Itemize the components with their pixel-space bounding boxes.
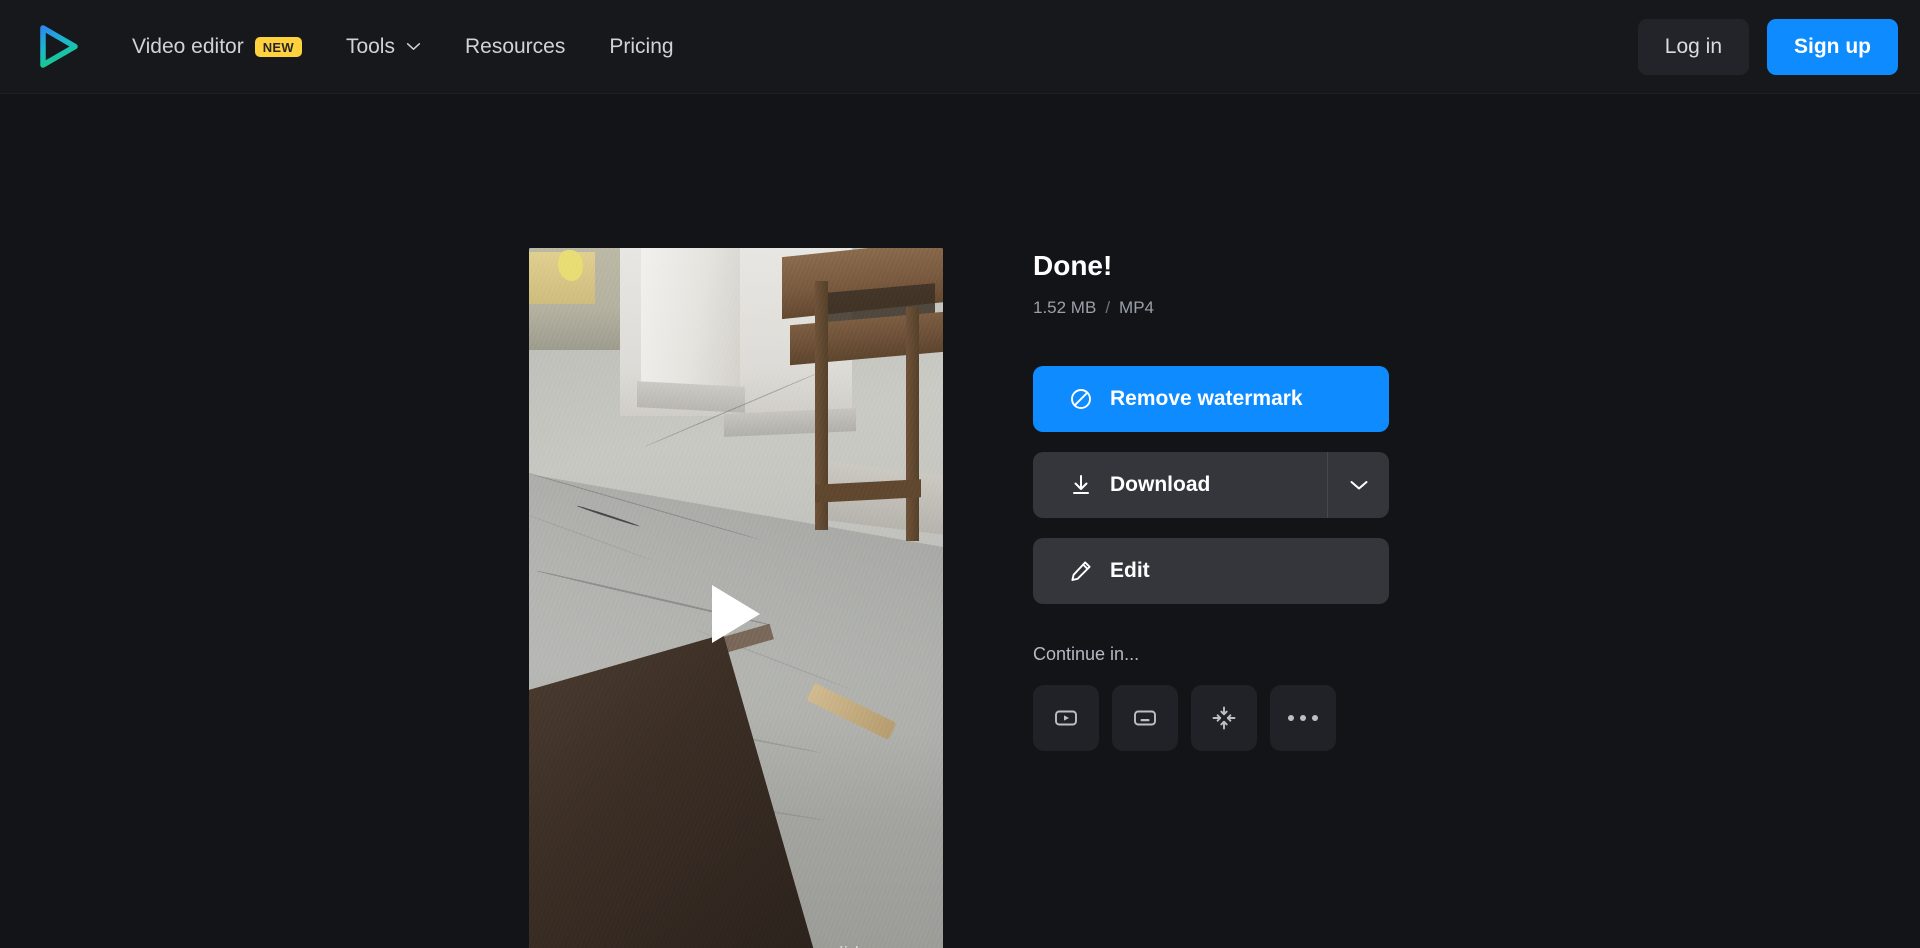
continue-subtitles-button[interactable]	[1112, 685, 1178, 751]
remove-watermark-button[interactable]: Remove watermark	[1033, 366, 1389, 432]
play-icon	[712, 585, 760, 643]
edit-button[interactable]: Edit	[1033, 538, 1389, 604]
clideo-play-logo-icon[interactable]	[34, 24, 80, 70]
meta-separator: /	[1105, 298, 1111, 317]
nav-item-label: Resources	[464, 35, 566, 58]
pencil-icon	[1071, 561, 1091, 581]
site-header: Video editor NEW Tools Resources Pricing…	[0, 0, 1920, 94]
new-badge: NEW	[254, 36, 302, 57]
download-button[interactable]: Download	[1033, 452, 1327, 518]
remove-watermark-label: Remove watermark	[1110, 387, 1303, 410]
signup-button[interactable]: Sign up	[1767, 18, 1898, 75]
chevron-down-icon	[1350, 481, 1367, 490]
continue-compress-button[interactable]	[1191, 685, 1257, 751]
nav-item-label: Pricing	[609, 35, 674, 58]
page-title: Done!	[1033, 250, 1113, 281]
subtitles-icon	[1134, 710, 1156, 726]
file-format: MP4	[1119, 298, 1155, 317]
continue-in-label: Continue in...	[1033, 644, 1140, 664]
file-meta: 1.52 MB / MP4	[1033, 298, 1393, 318]
nav-item-resources[interactable]: Resources	[443, 26, 587, 67]
edit-label: Edit	[1110, 559, 1150, 582]
video-watermark: clideo.com	[829, 944, 924, 948]
continue-in-buttons	[1033, 685, 1393, 751]
download-label: Download	[1110, 473, 1211, 496]
download-icon	[1073, 475, 1089, 494]
continue-video-button[interactable]	[1033, 685, 1099, 751]
login-button[interactable]: Log in	[1637, 18, 1749, 75]
chevron-down-icon	[406, 43, 421, 50]
nav-item-label: Video editor	[132, 35, 244, 58]
video-preview-player[interactable]: clideo.com	[529, 248, 943, 948]
result-panel: Done! 1.52 MB / MP4 Remove watermark Dow…	[1033, 248, 1393, 751]
main-content: clideo.com Done! 1.52 MB / MP4 Remove wa…	[0, 94, 1920, 948]
nav-item-pricing[interactable]: Pricing	[587, 26, 695, 67]
nav-item-video-editor[interactable]: Video editor NEW	[110, 26, 324, 67]
video-icon	[1055, 710, 1077, 726]
continue-more-button[interactable]	[1270, 685, 1336, 751]
compress-icon	[1212, 706, 1236, 730]
nav-item-label: Tools	[345, 35, 395, 58]
download-options-button[interactable]	[1327, 452, 1389, 518]
no-entry-icon	[1071, 389, 1091, 409]
play-button[interactable]	[706, 582, 766, 646]
file-size: 1.52 MB	[1033, 298, 1097, 317]
nav-item-tools[interactable]: Tools	[324, 26, 443, 67]
download-button-group: Download	[1033, 452, 1389, 518]
more-icon	[1288, 715, 1318, 721]
main-nav: Video editor NEW Tools Resources Pricing	[110, 26, 696, 67]
